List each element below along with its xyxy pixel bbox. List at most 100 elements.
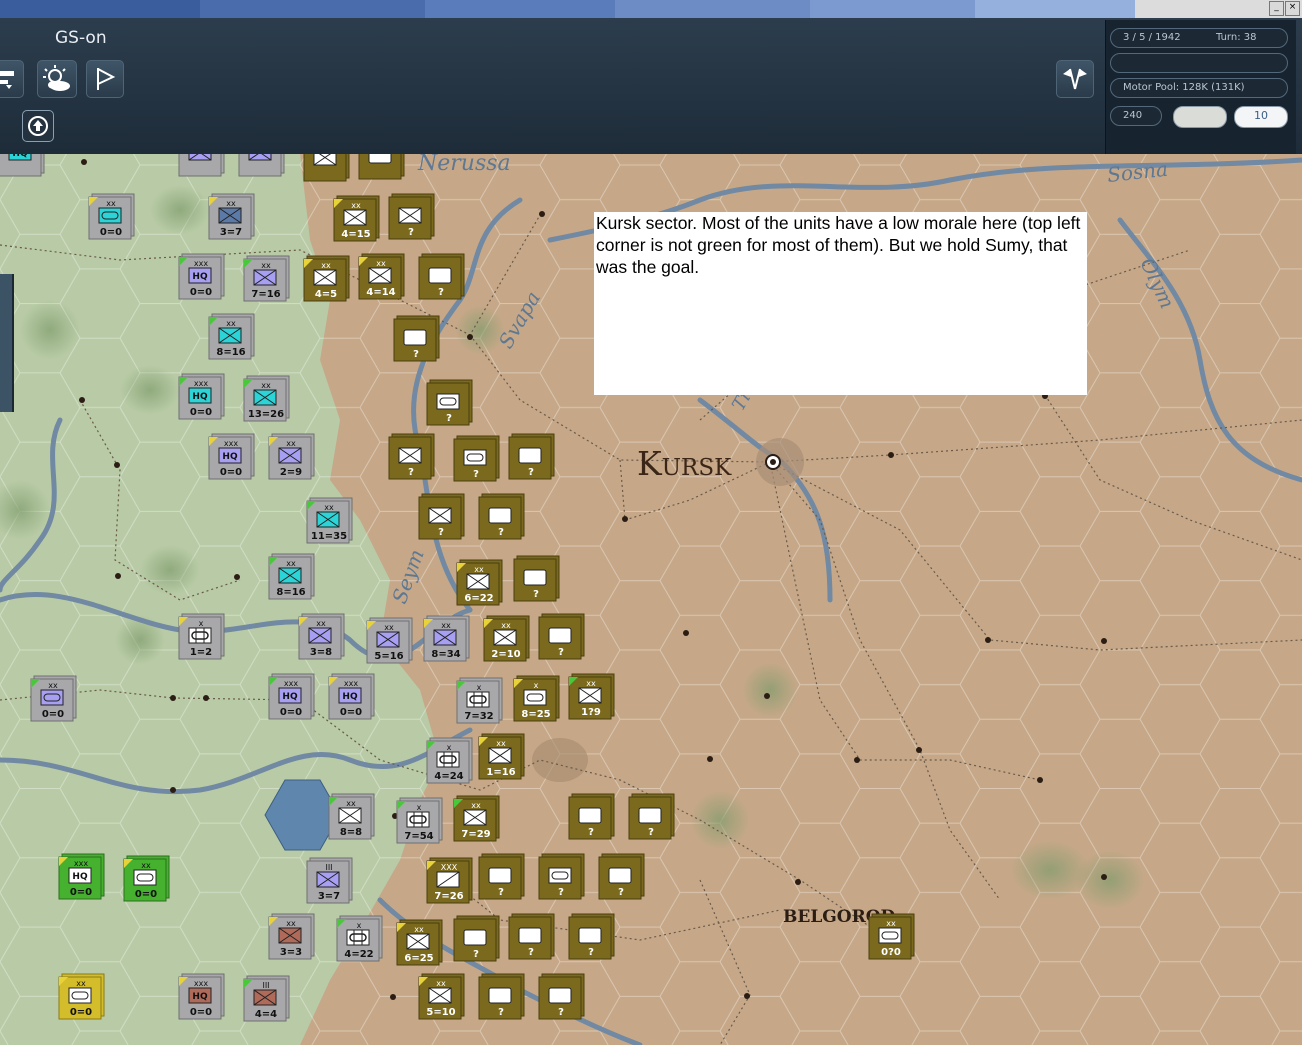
game-toolbar: GS-on 3 / 5 / 1942 Turn: 38 Motor Pool: … <box>0 18 1302 155</box>
unknown-unit-symbol <box>578 807 602 824</box>
unit-counter[interactable]: xx 5=16 <box>366 617 413 664</box>
unit-strength: 4=15 <box>341 229 370 240</box>
unit-counter[interactable]: ? <box>453 915 500 962</box>
unit-counter[interactable]: ? <box>388 193 435 240</box>
unit-counter[interactable]: HQ xxx 0=0 <box>178 373 225 420</box>
unit-counter[interactable]: ? <box>598 853 645 900</box>
unit-counter[interactable]: xx 0=0 <box>58 973 105 1020</box>
unit-counter[interactable]: xx 0=0 <box>88 193 135 240</box>
unit-counter[interactable]: ? <box>568 913 615 960</box>
unit-counter[interactable]: III 3=7 <box>306 857 353 904</box>
unit-counter[interactable]: ? <box>478 973 525 1020</box>
unit-counter[interactable]: ? <box>453 435 500 482</box>
unit-counter[interactable]: xx 3=8 <box>298 613 345 660</box>
unit-counter[interactable] <box>238 154 285 177</box>
unit-counter[interactable]: xx 13=26 <box>243 375 290 422</box>
unit-strength: 4=4 <box>255 1009 277 1020</box>
unknown-unit-symbol <box>578 927 602 944</box>
unit-symbol <box>188 154 212 161</box>
unit-counter[interactable]: xx 3=3 <box>268 913 315 960</box>
unit-counter[interactable]: HQ xxx 0=0 <box>58 853 105 900</box>
unit-counter[interactable]: ? <box>538 973 585 1020</box>
unit-strength: ? <box>446 413 452 424</box>
unit-counter[interactable]: ? <box>418 253 465 300</box>
unit-counter[interactable]: HQ <box>0 154 45 177</box>
unit-counter[interactable]: x 4=22 <box>336 915 383 962</box>
unit-counter[interactable]: xx 1=16 <box>478 733 525 780</box>
unit-counter[interactable]: xx 4=14 <box>358 253 405 300</box>
unit-counter[interactable]: xx 7=16 <box>243 255 290 302</box>
unit-counter[interactable]: ? <box>568 793 615 840</box>
unit-strength: ? <box>648 827 654 838</box>
kursk-city[interactable] <box>756 438 804 486</box>
unit-counter[interactable]: HQ xxx 0=0 <box>208 433 255 480</box>
unit-counter[interactable]: xx 4=5 <box>303 255 350 302</box>
unit-strength: 8=8 <box>340 827 362 838</box>
unit-counter[interactable]: HQ xxx 0=0 <box>268 673 315 720</box>
supply-pill[interactable] <box>1173 106 1227 128</box>
unit-counter[interactable] <box>358 154 405 180</box>
allied-button[interactable] <box>1056 60 1094 98</box>
unit-counter[interactable]: xx 8=16 <box>208 313 255 360</box>
unit-counter[interactable]: xx 0?0 <box>868 913 915 960</box>
unknown-unit-symbol <box>608 867 632 884</box>
unit-counter[interactable]: xx 4=15 <box>333 195 380 242</box>
unit-counter[interactable]: xx 5=10 <box>418 973 465 1020</box>
unit-counter[interactable]: ? <box>538 853 585 900</box>
minimize-button[interactable]: _ <box>1269 1 1284 16</box>
unit-counter[interactable]: ? <box>478 493 525 540</box>
unit-counter[interactable]: xx 7=29 <box>453 795 500 842</box>
nerussa-label: Nerussa <box>417 154 511 176</box>
unit-counter[interactable]: III 4=4 <box>243 975 290 1022</box>
unit-counter[interactable]: xx 8=16 <box>268 553 315 600</box>
turn-text: Turn: 38 <box>1216 32 1257 43</box>
objectives-button[interactable] <box>86 60 124 98</box>
unit-counter[interactable]: xx 2=9 <box>268 433 315 480</box>
unit-counter[interactable]: ? <box>478 853 525 900</box>
unit-counter[interactable]: xx 6=25 <box>396 919 443 966</box>
unit-list-button[interactable] <box>0 60 24 98</box>
unit-counter[interactable]: HQ xxx 0=0 <box>178 973 225 1020</box>
unit-counter[interactable]: ? <box>418 493 465 540</box>
unit-counter[interactable]: xx 8=34 <box>423 615 470 662</box>
unit-counter[interactable]: ? <box>393 315 440 362</box>
unit-echelon: xx <box>316 619 326 628</box>
unit-counter[interactable]: x 7=32 <box>456 677 503 724</box>
unit-strength: ? <box>438 527 444 538</box>
unit-counter[interactable]: x 7=54 <box>396 797 443 844</box>
unit-counter[interactable]: ? <box>388 433 435 480</box>
zoom-pill[interactable]: 10 <box>1234 106 1288 128</box>
unit-counter[interactable]: ? <box>508 433 555 480</box>
unit-counter[interactable]: x 8=25 <box>513 675 560 722</box>
unit-counter[interactable]: xx 1?9 <box>568 673 615 720</box>
unit-counter[interactable]: xx 8=8 <box>328 793 375 840</box>
unit-counter[interactable]: HQ xxx 0=0 <box>178 253 225 300</box>
close-button[interactable]: × <box>1285 1 1300 16</box>
unknown-unit-symbol <box>638 807 662 824</box>
unit-counter[interactable] <box>178 154 225 177</box>
unit-counter[interactable]: xx 3=7 <box>208 193 255 240</box>
unit-counter[interactable]: ? <box>508 913 555 960</box>
unit-counter[interactable]: xx 11=35 <box>306 497 353 544</box>
unit-counter[interactable]: XXX 7=26 <box>426 857 473 904</box>
upgrade-button[interactable] <box>22 110 54 142</box>
unit-counter[interactable]: ? <box>513 555 560 602</box>
unit-counter[interactable]: HQ xxx 0=0 <box>328 673 375 720</box>
unit-counter[interactable]: x 1=2 <box>178 613 225 660</box>
unit-strength: ? <box>498 887 504 898</box>
unit-counter[interactable]: ? <box>538 613 585 660</box>
unit-counter[interactable] <box>303 154 350 182</box>
unit-strength: 1=2 <box>190 647 212 658</box>
unit-list-icon <box>0 71 14 89</box>
unit-echelon: xx <box>226 199 236 208</box>
side-panel-tab[interactable] <box>0 274 14 412</box>
unit-counter[interactable]: xx 0=0 <box>30 675 77 722</box>
unit-counter[interactable]: x 4=24 <box>426 737 473 784</box>
unit-counter[interactable]: ? <box>628 793 675 840</box>
weather-button[interactable] <box>37 60 77 98</box>
unit-counter[interactable]: xx 6=22 <box>456 559 503 606</box>
unit-strength: 8=16 <box>276 587 305 598</box>
unit-counter[interactable]: xx 2=10 <box>483 615 530 662</box>
unit-counter[interactable]: xx 0=0 <box>123 855 170 902</box>
unit-counter[interactable]: ? <box>426 379 473 426</box>
